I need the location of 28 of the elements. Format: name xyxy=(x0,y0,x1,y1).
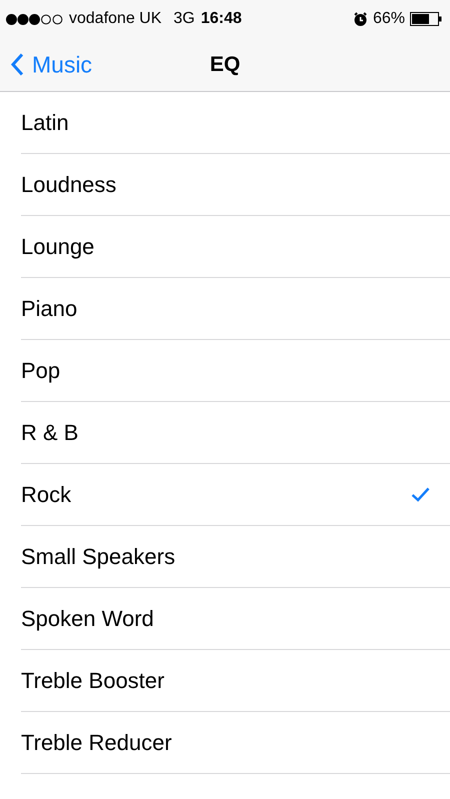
preset-row[interactable]: Loudness xyxy=(21,154,450,216)
carrier-name: vodafone UK xyxy=(69,10,162,28)
preset-label: Small Speakers xyxy=(21,544,176,570)
preset-row[interactable]: Rock xyxy=(21,464,450,526)
preset-row[interactable]: Latin xyxy=(21,92,450,154)
preset-label: Lounge xyxy=(21,234,94,260)
preset-row[interactable]: Treble Booster xyxy=(21,650,450,712)
preset-row[interactable]: Piano xyxy=(21,278,450,340)
battery-percent: 66% xyxy=(372,10,405,28)
preset-row[interactable]: Lounge xyxy=(21,216,450,278)
back-button[interactable]: Music xyxy=(10,51,92,78)
preset-label: Treble Booster xyxy=(21,668,164,694)
preset-row[interactable]: R & B xyxy=(21,402,450,464)
preset-row[interactable]: Treble Reducer xyxy=(21,712,450,774)
status-time: 16:48 xyxy=(200,10,242,28)
screen-title: EQ xyxy=(210,52,240,76)
preset-label: Piano xyxy=(21,296,78,322)
preset-label: Spoken Word xyxy=(21,606,154,632)
preset-label: Latin xyxy=(21,110,69,136)
preset-row[interactable]: Small Speakers xyxy=(21,526,450,588)
preset-label: Treble Reducer xyxy=(21,730,172,756)
network-type: 3G xyxy=(174,10,195,28)
preset-row[interactable]: Spoken Word xyxy=(21,588,450,650)
preset-label: Loudness xyxy=(21,172,116,198)
preset-label: Pop xyxy=(21,358,60,384)
preset-row[interactable]: Pop xyxy=(21,340,450,402)
preset-label: R & B xyxy=(21,420,78,446)
preset-label: Rock xyxy=(21,482,72,508)
